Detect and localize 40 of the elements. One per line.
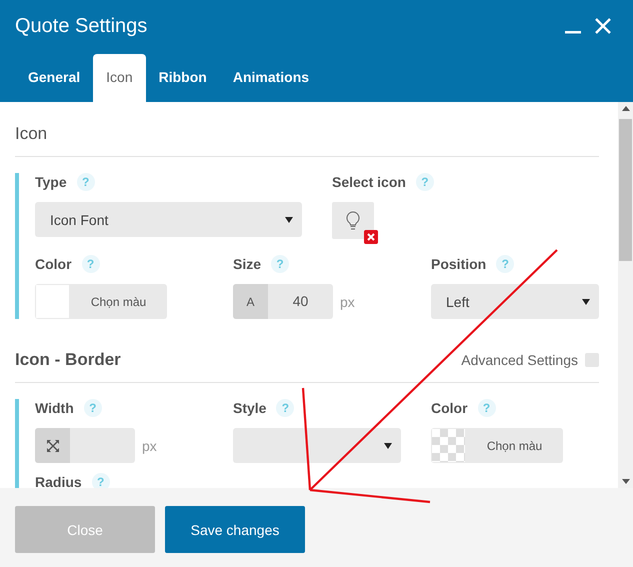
caret-icon: [285, 216, 293, 222]
section-title: Icon - Border: [15, 350, 122, 370]
window-title: Quote Settings: [15, 14, 148, 38]
advanced-settings-label: Advanced Settings: [461, 352, 578, 368]
caret-icon: [384, 442, 392, 448]
caret-icon: [582, 298, 590, 304]
color-picker[interactable]: Chọn màu: [35, 284, 167, 319]
close-icon[interactable]: [595, 18, 611, 34]
unit-label: px: [340, 294, 355, 310]
icon-picker[interactable]: [332, 202, 374, 239]
select-field[interactable]: Left: [431, 284, 599, 319]
scroll-up-icon[interactable]: [622, 106, 630, 111]
number-field[interactable]: A 40: [233, 284, 333, 319]
lightbulb-icon: [345, 210, 361, 230]
scrollbar-thumb[interactable]: [619, 119, 632, 261]
save-button[interactable]: Save changes: [165, 506, 305, 553]
field-label: Width: [35, 400, 74, 416]
color-picker[interactable]: Chọn màu: [431, 428, 563, 463]
unit-label: px: [142, 438, 157, 454]
field-label: Color: [431, 400, 468, 416]
checkbox[interactable]: [585, 353, 599, 367]
scrollbar[interactable]: [618, 102, 633, 488]
remove-icon[interactable]: [364, 230, 378, 244]
field-label: Size: [233, 256, 262, 272]
tab[interactable]: Ribbon: [146, 54, 220, 102]
field-label: Color: [35, 256, 72, 272]
field-label: Style: [233, 400, 266, 416]
number-field[interactable]: [35, 428, 135, 463]
field-label: Radius: [35, 474, 82, 488]
field-label: Type: [35, 174, 67, 190]
tab[interactable]: General: [15, 54, 94, 102]
tab[interactable]: Animations: [220, 54, 322, 102]
select-field[interactable]: [233, 428, 401, 463]
tab[interactable]: Icon: [93, 54, 146, 102]
expand-icon: [46, 440, 58, 452]
field-label: Position: [431, 256, 486, 272]
field-label: Select icon: [332, 174, 406, 190]
section-title: Icon: [15, 124, 48, 144]
scroll-down-icon[interactable]: [622, 479, 630, 484]
select-field[interactable]: Icon Font: [35, 202, 302, 237]
